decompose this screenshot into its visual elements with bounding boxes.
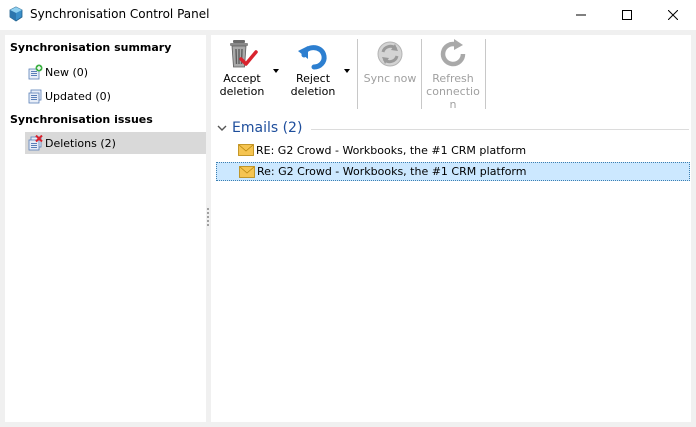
tree-item-new[interactable]: New (0) bbox=[27, 61, 88, 83]
close-icon bbox=[668, 10, 678, 20]
undo-arrow-icon bbox=[298, 45, 327, 70]
minimize-button[interactable] bbox=[558, 0, 604, 30]
toolbar: Accept deletion Reject deletion Sync now… bbox=[211, 35, 691, 111]
toolbar-separator bbox=[421, 39, 422, 109]
envelope-icon bbox=[238, 144, 254, 156]
chevron-down-icon bbox=[217, 125, 227, 131]
sync-icon bbox=[377, 41, 403, 67]
refresh-icon bbox=[440, 39, 466, 67]
splitter-handle[interactable] bbox=[207, 208, 210, 230]
list-item[interactable]: Re: G2 Crowd - Workbooks, the #1 CRM pla… bbox=[216, 162, 690, 181]
tree-item-updated[interactable]: Updated (0) bbox=[27, 85, 111, 107]
tree-item-deletions[interactable]: Deletions (2) bbox=[25, 132, 206, 154]
group-title: Emails (2) bbox=[232, 120, 303, 136]
toolbar-separator bbox=[485, 39, 486, 109]
content-panel: Accept deletion Reject deletion Sync now… bbox=[211, 35, 691, 422]
refresh-connection-button[interactable]: Refresh connectio n bbox=[425, 35, 481, 111]
refresh-label-line3: n bbox=[449, 98, 457, 111]
emails-group-header[interactable]: Emails (2) bbox=[216, 119, 689, 137]
updated-items-icon bbox=[28, 89, 42, 104]
reject-deletion-button[interactable]: Reject deletion bbox=[287, 35, 339, 111]
reject-label-line1: Reject bbox=[295, 72, 331, 85]
refresh-label-line1: Refresh bbox=[432, 72, 474, 85]
navigation-panel: Synchronisation summary New (0) Updated … bbox=[5, 35, 206, 422]
tree-item-label: Deletions (2) bbox=[45, 136, 116, 150]
window-title: Synchronisation Control Panel bbox=[30, 7, 210, 21]
refresh-label-line2: connectio bbox=[426, 85, 480, 98]
group-divider bbox=[311, 129, 689, 130]
sync-now-button[interactable]: Sync now bbox=[362, 35, 418, 111]
reject-dropdown-arrow[interactable] bbox=[344, 69, 350, 73]
app-icon bbox=[9, 6, 23, 22]
new-items-icon bbox=[28, 64, 43, 80]
deletions-icon bbox=[28, 135, 43, 151]
envelope-icon bbox=[239, 166, 255, 178]
toolbar-separator bbox=[357, 39, 358, 109]
email-subject: RE: G2 Crowd - Workbooks, the #1 CRM pla… bbox=[256, 144, 527, 157]
minimize-icon bbox=[576, 14, 586, 16]
accept-label-line1: Accept bbox=[223, 72, 261, 85]
accept-dropdown-arrow[interactable] bbox=[273, 69, 279, 73]
maximize-icon bbox=[622, 10, 632, 20]
accept-label-line2: deletion bbox=[219, 85, 265, 98]
list-item[interactable]: RE: G2 Crowd - Workbooks, the #1 CRM pla… bbox=[216, 141, 690, 160]
maximize-button[interactable] bbox=[604, 0, 650, 30]
email-subject: Re: G2 Crowd - Workbooks, the #1 CRM pla… bbox=[257, 165, 527, 178]
summary-heading: Synchronisation summary bbox=[10, 41, 172, 54]
sync-now-label: Sync now bbox=[363, 72, 417, 85]
tree-item-label: New (0) bbox=[45, 65, 89, 79]
close-button[interactable] bbox=[650, 0, 696, 30]
tree-item-label: Updated (0) bbox=[45, 89, 111, 103]
title-bar: Synchronisation Control Panel bbox=[0, 0, 696, 30]
accept-deletion-button[interactable]: Accept deletion bbox=[214, 35, 270, 111]
issues-heading: Synchronisation issues bbox=[10, 113, 153, 126]
trash-accept-icon bbox=[230, 40, 258, 68]
reject-label-line2: deletion bbox=[290, 85, 336, 98]
